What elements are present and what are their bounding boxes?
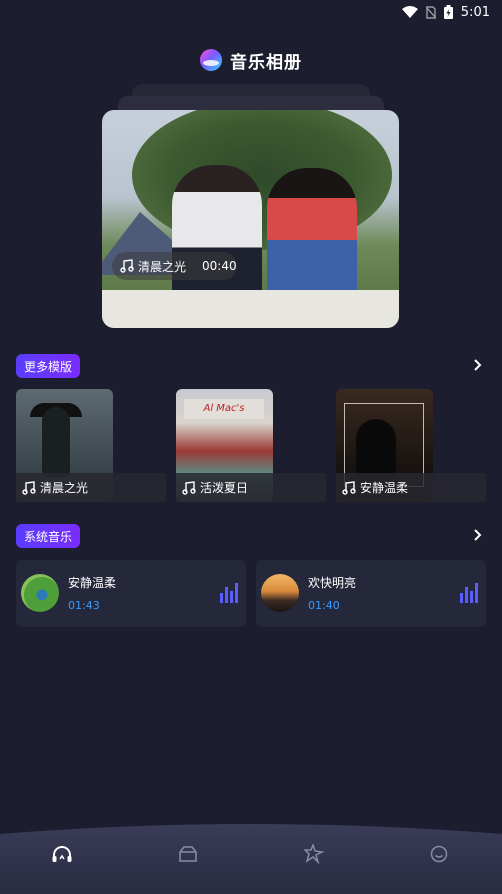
hero-track-duration: 00:40 <box>202 259 237 273</box>
music-note-icon <box>120 259 134 273</box>
music-note-icon <box>22 480 36 495</box>
music-track-duration: 01:43 <box>68 599 100 612</box>
music-cover-image <box>21 574 59 612</box>
templates-section-label: 更多模版 <box>16 354 81 378</box>
music-track-duration: 01:40 <box>308 599 340 612</box>
template-photo-person <box>42 407 70 477</box>
equalizer-icon <box>220 583 238 603</box>
battery-icon <box>443 5 453 19</box>
nav-sparkle-icon[interactable] <box>302 842 326 866</box>
app-title: 音乐相册 <box>230 52 302 73</box>
nav-music-home-icon[interactable] <box>50 842 74 866</box>
hero-track-badge[interactable]: 清晨之光 00:40 <box>112 252 237 280</box>
template-card[interactable]: 安静温柔 <box>336 389 486 502</box>
status-time: 5:01 <box>460 4 490 20</box>
wifi-icon <box>401 6 418 18</box>
nav-smile-icon[interactable] <box>427 842 451 866</box>
template-photo-sign: Al Mac's <box>184 399 264 419</box>
template-label: 活泼夏日 <box>200 481 249 495</box>
hero-photo-blanket <box>102 290 399 328</box>
music-track-title: 欢快明亮 <box>308 576 357 590</box>
template-label: 安静温柔 <box>360 481 409 495</box>
no-sim-icon <box>425 5 436 19</box>
template-label: 清晨之光 <box>40 481 89 495</box>
templates-more-chevron-icon[interactable] <box>470 357 486 373</box>
nav-box-icon[interactable] <box>176 842 200 866</box>
template-caption: 清晨之光 <box>16 473 166 502</box>
hero-track-name: 清晨之光 <box>138 259 187 274</box>
music-note-icon <box>342 480 356 495</box>
hero-album-card[interactable] <box>102 110 399 328</box>
app-header: 音乐相册 <box>0 44 502 76</box>
music-cover-image <box>261 574 299 612</box>
status-bar: 5:01 <box>0 0 502 24</box>
app-logo-icon <box>200 49 222 71</box>
bottom-navigation <box>0 820 502 894</box>
music-track-card[interactable]: 欢快明亮 01:40 <box>256 560 486 627</box>
music-track-card[interactable]: 安静温柔 01:43 <box>16 560 246 627</box>
template-caption: 安静温柔 <box>336 473 486 502</box>
template-card[interactable]: Al Mac's 活泼夏日 <box>176 389 326 502</box>
template-caption: 活泼夏日 <box>176 473 326 502</box>
music-note-icon <box>182 480 196 495</box>
music-more-chevron-icon[interactable] <box>470 527 486 543</box>
template-card[interactable]: 清晨之光 <box>16 389 166 502</box>
music-section-label: 系统音乐 <box>16 524 81 548</box>
music-track-title: 安静温柔 <box>68 576 117 590</box>
equalizer-icon <box>460 583 478 603</box>
